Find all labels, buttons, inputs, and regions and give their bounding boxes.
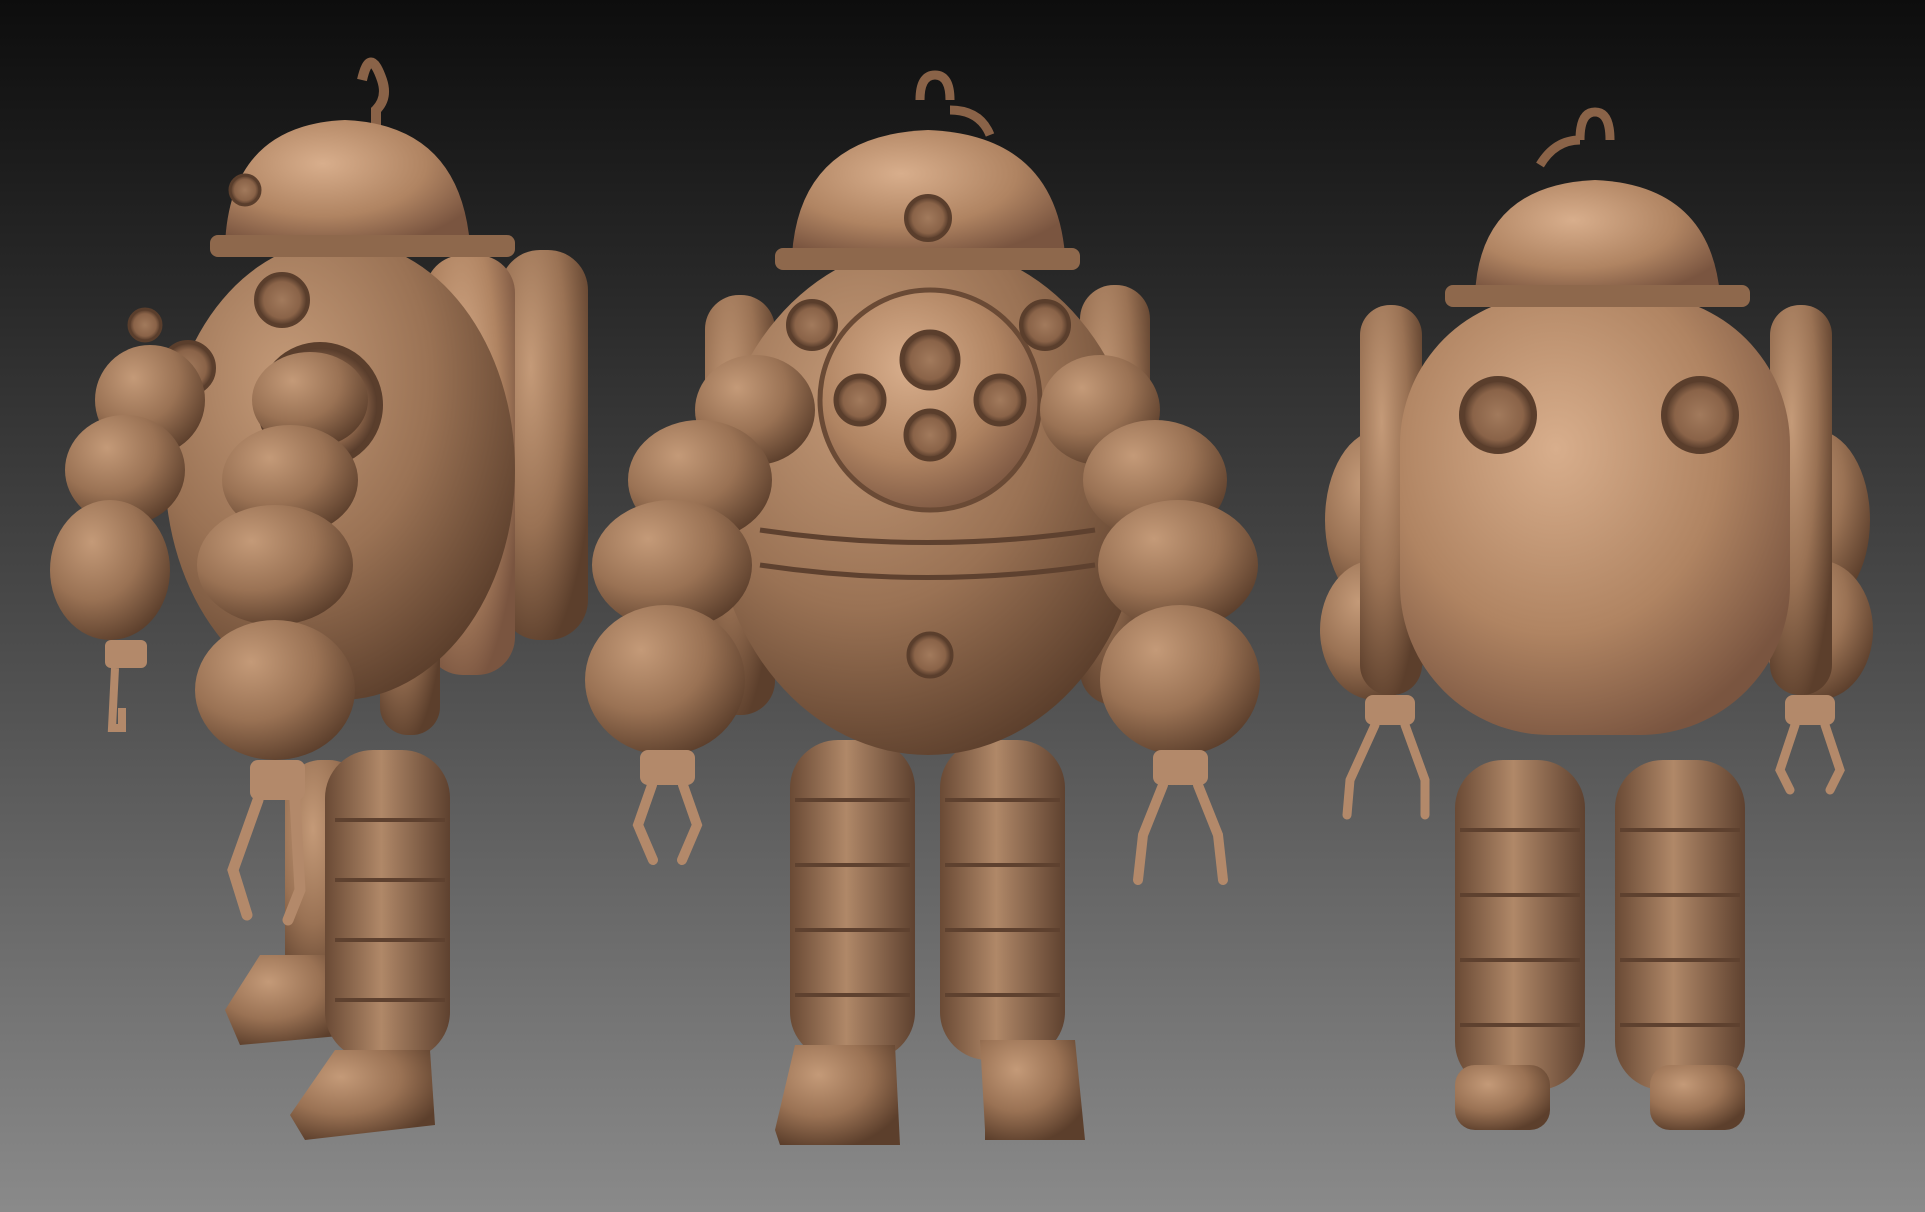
back-port-icon	[1661, 376, 1739, 454]
helmet-dome	[225, 120, 470, 245]
chest-port-icon	[254, 272, 310, 328]
right-boot	[980, 1040, 1085, 1140]
helmet-hook-icon	[1536, 107, 1615, 168]
near-arm-segment	[195, 620, 355, 760]
leg-left	[790, 740, 915, 1060]
front-boot	[290, 1050, 435, 1140]
right-wrist	[1785, 695, 1835, 725]
chest-port-icon	[903, 408, 957, 462]
left-boot	[1455, 1065, 1550, 1130]
belly-port-icon	[906, 631, 954, 679]
diving-suit-turnaround	[50, 57, 1873, 1145]
right-claw-icon	[1775, 720, 1845, 795]
shoulder-port-icon	[1019, 299, 1071, 351]
chest-port-icon	[899, 329, 961, 391]
left-wrist	[640, 750, 695, 785]
far-arm-segment	[50, 500, 170, 640]
right-boot	[1650, 1065, 1745, 1130]
right-arm-segment	[1100, 605, 1260, 755]
helmet-collar	[1445, 285, 1750, 307]
helmet-hook-icon	[357, 57, 389, 130]
helmet-dome	[1475, 180, 1720, 295]
back-port-icon	[1459, 376, 1537, 454]
helmet-collar	[210, 235, 515, 257]
back-view	[1320, 107, 1873, 1130]
backpack	[1400, 295, 1790, 735]
left-wrist	[1365, 695, 1415, 725]
helmet-hook-icon	[915, 70, 995, 137]
far-wrist	[105, 640, 147, 668]
helmet-port-icon	[228, 173, 262, 207]
chest-port-icon	[833, 373, 887, 427]
three-quarter-view	[50, 57, 588, 1140]
far-claw-icon	[107, 667, 126, 732]
front-view	[585, 70, 1260, 1145]
leg-right	[1615, 760, 1745, 1090]
near-wrist	[250, 760, 305, 800]
left-boot	[775, 1045, 900, 1145]
front-leg	[325, 750, 450, 1060]
render-viewport	[0, 0, 1925, 1212]
shoulder-port-icon	[786, 299, 838, 351]
right-wrist	[1153, 750, 1208, 785]
left-claw-icon	[632, 780, 703, 865]
leg-right	[940, 740, 1065, 1060]
right-claw-icon	[1133, 780, 1228, 885]
helmet-port-icon	[904, 194, 952, 242]
leg-left	[1455, 760, 1585, 1090]
left-arm-segment	[585, 605, 745, 755]
near-arm-segment	[197, 505, 353, 625]
side-port-icon	[127, 307, 163, 343]
helmet-collar	[775, 248, 1080, 270]
left-claw-icon	[1342, 720, 1430, 820]
chest-port-icon	[973, 373, 1027, 427]
